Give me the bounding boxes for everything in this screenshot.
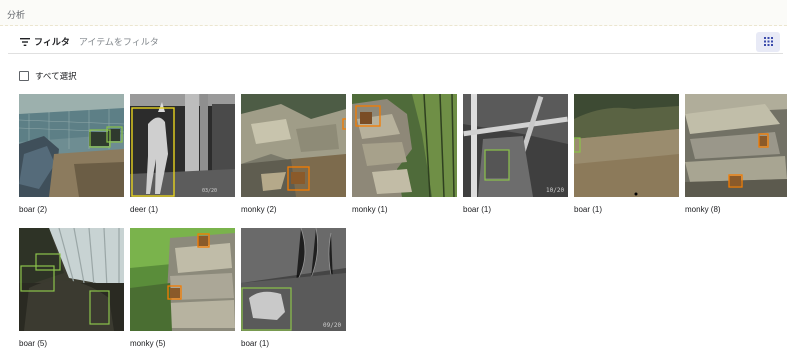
grid-view-button[interactable] bbox=[756, 32, 780, 52]
top-bar: 分析 bbox=[0, 0, 787, 26]
filter-icon bbox=[20, 33, 30, 51]
image-thumbnail[interactable]: 10/20 bbox=[463, 94, 568, 197]
image-caption: boar (1) bbox=[241, 339, 270, 348]
image-thumbnail[interactable]: 09/20 bbox=[241, 228, 346, 331]
image-thumbnail[interactable] bbox=[19, 94, 124, 197]
image-caption: boar (1) bbox=[574, 205, 603, 214]
filter-input[interactable] bbox=[78, 36, 379, 47]
image-tile[interactable]: 10/20 boar (1) bbox=[463, 94, 568, 214]
select-all-checkbox[interactable] bbox=[19, 71, 29, 81]
image-thumbnail[interactable] bbox=[352, 94, 457, 197]
image-tile[interactable]: boar (1) bbox=[574, 94, 679, 214]
select-all-label: すべて選択 bbox=[35, 71, 77, 81]
image-tile[interactable]: monky (2) bbox=[241, 94, 346, 214]
image-tile[interactable]: 09/20 boar (1) bbox=[241, 228, 346, 348]
image-thumbnail[interactable] bbox=[685, 94, 787, 197]
page-title: 分析 bbox=[7, 10, 26, 20]
grid-view-icon bbox=[763, 33, 773, 51]
image-thumbnail[interactable] bbox=[574, 94, 679, 197]
image-thumbnail[interactable] bbox=[130, 228, 235, 331]
image-caption: monky (5) bbox=[130, 339, 166, 348]
image-caption: boar (2) bbox=[19, 205, 48, 214]
image-caption: deer (1) bbox=[130, 205, 159, 214]
filter-button[interactable]: フィルタ bbox=[20, 33, 70, 51]
image-caption: boar (1) bbox=[463, 205, 492, 214]
image-caption: monky (2) bbox=[241, 205, 277, 214]
filter-bar: フィルタ bbox=[8, 30, 783, 54]
image-thumbnail[interactable] bbox=[19, 228, 124, 331]
image-thumbnail[interactable]: 03/20 bbox=[130, 94, 235, 197]
image-tile[interactable]: 03/20 deer (1) bbox=[130, 94, 235, 214]
image-tile[interactable]: monky (5) bbox=[130, 228, 235, 348]
image-caption: monky (8) bbox=[685, 205, 721, 214]
image-tile[interactable]: boar (2) bbox=[19, 94, 124, 214]
image-caption: boar (5) bbox=[19, 339, 48, 348]
select-all[interactable]: すべて選択 bbox=[19, 70, 77, 82]
image-thumbnail[interactable] bbox=[241, 94, 346, 197]
image-tile[interactable]: monky (1) bbox=[352, 94, 457, 214]
image-tile[interactable]: boar (5) bbox=[19, 228, 124, 348]
image-tile[interactable]: monky (8) bbox=[685, 94, 787, 214]
image-caption: monky (1) bbox=[352, 205, 388, 214]
filter-label: フィルタ bbox=[34, 37, 70, 47]
